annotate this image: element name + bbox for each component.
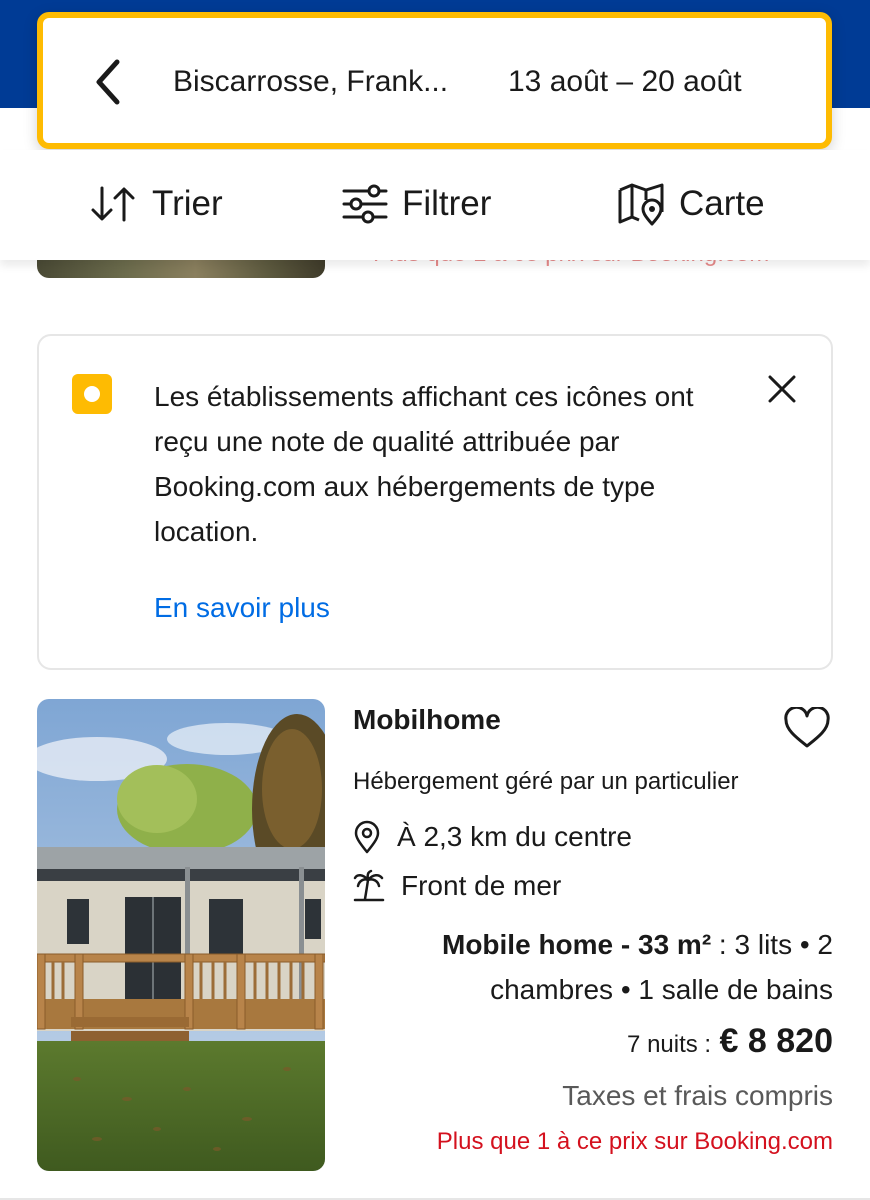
quality-badge-icon xyxy=(72,374,112,414)
listing-photo[interactable] xyxy=(37,699,325,1171)
filter-icon xyxy=(342,184,388,224)
learn-more-link[interactable]: En savoir plus xyxy=(154,592,330,624)
sort-icon xyxy=(91,186,135,222)
beachfront-row: Front de mer xyxy=(353,868,561,904)
map-label: Carte xyxy=(679,184,765,223)
close-info-button[interactable] xyxy=(767,374,797,404)
price-nights: 7 nuits : xyxy=(627,1031,712,1058)
results-toolbar: Trier Filtrer Carte xyxy=(0,150,870,260)
quality-info-text: Les établissements affichant ces icônes … xyxy=(154,381,694,547)
unit-name: Mobile home - 33 m² xyxy=(442,929,712,960)
distance-text: À 2,3 km du centre xyxy=(397,821,633,852)
map-icon xyxy=(618,183,664,226)
filter-label: Filtrer xyxy=(402,184,492,223)
listing-host-type: Hébergement géré par un particulier xyxy=(353,768,739,795)
search-destination[interactable]: Biscarrosse, Frank... xyxy=(173,65,448,99)
palm-tree-icon xyxy=(353,869,385,902)
price-row: 7 nuits : € 8 820 xyxy=(627,1022,833,1061)
quality-info-card: Les établissements affichant ces icônes … xyxy=(37,334,833,670)
mobile-home-photo xyxy=(37,699,325,1171)
unit-description: Mobile home - 33 m² : 3 lits • 2 chambre… xyxy=(393,922,833,1012)
taxes-note: Taxes et frais compris xyxy=(562,1080,833,1111)
sort-label: Trier xyxy=(152,184,223,223)
back-button[interactable] xyxy=(91,58,125,106)
favorite-button[interactable] xyxy=(783,705,831,749)
map-button[interactable]: Carte xyxy=(617,182,765,226)
chevron-left-icon xyxy=(96,59,120,105)
location-pin-icon xyxy=(354,820,380,854)
price-value: € 8 820 xyxy=(719,1022,833,1060)
close-icon xyxy=(768,375,796,403)
search-summary-box[interactable]: Biscarrosse, Frank... 13 août – 20 août xyxy=(37,12,832,149)
sort-button[interactable]: Trier xyxy=(88,182,223,226)
filter-button[interactable]: Filtrer xyxy=(342,182,491,226)
distance-row: À 2,3 km du centre xyxy=(353,819,632,855)
heart-icon xyxy=(784,705,830,748)
search-dates[interactable]: 13 août – 20 août xyxy=(508,65,742,99)
listing-title[interactable]: Mobilhome xyxy=(353,704,501,736)
urgency-message: Plus que 1 à ce prix sur Booking.com xyxy=(436,1128,833,1155)
beachfront-text: Front de mer xyxy=(401,870,562,901)
